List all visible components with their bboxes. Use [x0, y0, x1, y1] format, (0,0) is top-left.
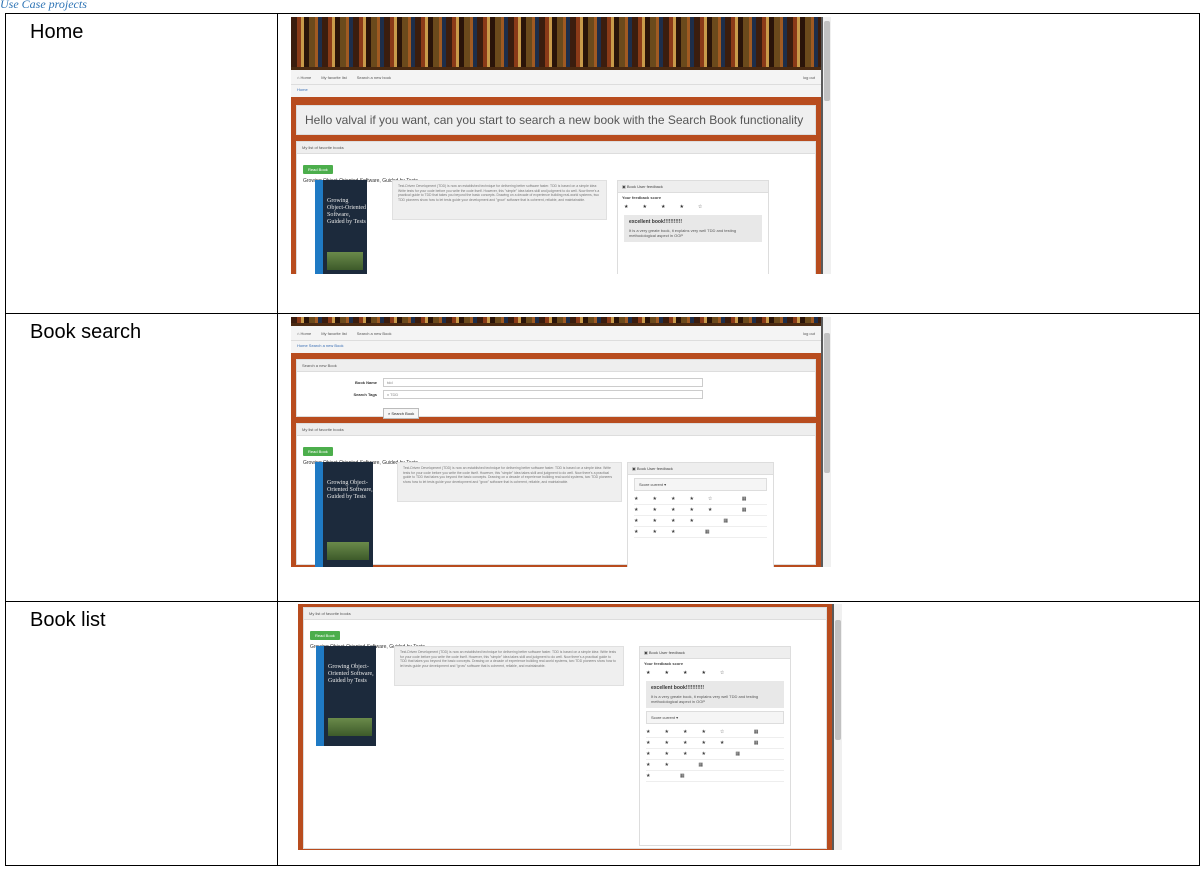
screenshot-cell: My list of favorite books Read Book Grow…	[277, 601, 1200, 866]
feedback-panel: ▣ Book User feedback Score current ▾ ★★★…	[627, 462, 774, 567]
feedback-title: ▣ Book User feedback	[628, 463, 773, 475]
nav-favorite-list[interactable]: My favorite list	[321, 331, 347, 336]
feedback-title: ▣ Book User feedback	[640, 647, 790, 659]
panel-title: My list of favorite books	[297, 142, 815, 154]
book-entry: Read Book Growing Object-Oriented Softwa…	[304, 620, 826, 846]
row-label-book-search: Book search	[30, 321, 142, 343]
search-panel-title: Search a new Book	[297, 360, 815, 372]
read-book-button[interactable]: Read Book	[303, 165, 333, 174]
hello-banner: Hello valval if you want, can you start …	[296, 105, 816, 135]
book-description: Test-Driven Development (TDD) is now an …	[397, 462, 622, 502]
read-book-button[interactable]: Read Book	[303, 447, 333, 456]
panel-title: My list of favorite books	[297, 424, 815, 436]
list-screenshot: My list of favorite books Read Book Grow…	[298, 604, 842, 850]
nav-favorite-list[interactable]: My favorite list	[321, 75, 347, 80]
book-cover-image: Growing Object-Oriented Software, Guided…	[315, 462, 373, 567]
star-row: ★★★ ▦	[634, 527, 767, 538]
star-row: ★★ ▦	[646, 760, 784, 771]
book-entry: Read Book Growing Object-Oriented Softwa…	[297, 436, 815, 567]
row-label-cell: Book search	[5, 313, 278, 602]
scrollbar[interactable]	[823, 317, 831, 567]
book-name-row: Book Name tdd	[297, 378, 815, 387]
cover-picture	[327, 542, 369, 560]
scrollbar[interactable]	[823, 17, 831, 274]
feedback-score-label: Your feedback score	[622, 195, 662, 200]
review-text: It is a very greate book, it explains ve…	[629, 228, 737, 238]
nav-logout[interactable]: log out	[803, 75, 815, 80]
star-rating[interactable]: ★★★★☆	[640, 668, 790, 678]
review-title: excellent book!!!!!!!!!!!	[651, 685, 705, 691]
review-text: It is a very greate book, it explains ve…	[651, 694, 759, 704]
feedback-panel: ▣ Book User feedback Your feedback score…	[639, 646, 791, 846]
use-case-table: Home ⌂ Home My favorite list Search a ne…	[5, 13, 1200, 866]
star-row: ★★★★★ ▦	[646, 738, 784, 749]
search-tags-row: Search Tags x TDD	[297, 390, 815, 399]
cover-title: Growing Object-Oriented Software, Guided…	[327, 480, 373, 500]
navbar: ⌂ Home My favorite list Search a new boo…	[291, 70, 821, 85]
nav-home[interactable]: ⌂ Home	[297, 75, 311, 80]
panel-title: My list of favorite books	[304, 608, 826, 620]
table-row-home: Home ⌂ Home My favorite list Search a ne…	[5, 13, 1200, 314]
nav-home[interactable]: ⌂ Home	[297, 331, 311, 336]
book-description: Test-Driven Development (TDD) is now an …	[392, 180, 607, 220]
row-label-cell: Book list	[5, 601, 278, 866]
score-current-dropdown[interactable]: Score current ▾	[634, 478, 767, 491]
nav-logout[interactable]: log out	[803, 331, 815, 336]
star-row: ★★★★ ▦	[634, 516, 767, 527]
cover-picture	[327, 252, 363, 270]
book-cover-image: Growing Object-Oriented Software, Guided…	[316, 646, 376, 746]
star-row: ★★★★ ▦	[646, 749, 784, 760]
star-row: ★★★★☆ ▦	[634, 494, 767, 505]
row-label-book-list: Book list	[30, 609, 106, 631]
star-row: ★★★★★ ▦	[634, 505, 767, 516]
favorites-panel: My list of favorite books Read Book Grow…	[296, 423, 816, 567]
search-tags-input[interactable]: x TDD	[383, 390, 703, 399]
nav-search[interactable]: Search a new Book	[357, 331, 392, 336]
star-row: ★ ▦	[646, 771, 784, 782]
search-tags-label: Search Tags	[353, 392, 378, 397]
table-row-book-list: Book list My list of favorite books Read…	[5, 601, 1200, 866]
screenshot-cell: ⌂ Home My favorite list Search a new Boo…	[277, 313, 1200, 602]
cover-picture	[328, 718, 372, 736]
row-label-home: Home	[30, 21, 84, 43]
favorites-panel: My list of favorite books Read Book Grow…	[303, 607, 827, 849]
review-card: excellent book!!!!!!!!!!! It is a very g…	[624, 215, 762, 242]
read-book-button[interactable]: Read Book	[310, 631, 340, 640]
book-name-label: Book Name	[354, 380, 377, 385]
feedback-panel: ▣ Book User feedback Your feedback score…	[617, 180, 769, 274]
navbar: ⌂ Home My favorite list Search a new Boo…	[291, 326, 821, 341]
bookshelf-banner	[291, 317, 821, 326]
star-row: ★★★★☆ ▦	[646, 727, 784, 738]
book-name-input[interactable]: tdd	[383, 378, 703, 387]
scrollbar[interactable]	[834, 604, 842, 850]
app-window: ⌂ Home My favorite list Search a new boo…	[291, 17, 821, 274]
book-entry: Read Book Growing Object-Oriented Softwa…	[297, 154, 815, 274]
book-cover-image: Growing Object-Oriented Software, Guided…	[315, 180, 367, 274]
breadcrumb[interactable]: Home Search a new Book	[291, 341, 821, 353]
score-current-dropdown[interactable]: Score current ▾	[646, 711, 784, 724]
home-screenshot: ⌂ Home My favorite list Search a new boo…	[291, 17, 831, 274]
app-window: ⌂ Home My favorite list Search a new Boo…	[291, 317, 821, 567]
breadcrumb[interactable]: Home	[291, 85, 821, 97]
feedback-title: ▣ Book User feedback	[618, 181, 768, 193]
review-title: excellent book!!!!!!!!!!!	[629, 219, 683, 225]
star-rating[interactable]: ★★★★☆	[618, 202, 768, 212]
feedback-score-label: Your feedback score	[644, 661, 684, 666]
book-description: Test-Driven Development (TDD) is now an …	[394, 646, 624, 686]
cover-title: Growing Object-Oriented Software, Guided…	[328, 664, 374, 684]
bookshelf-banner	[291, 17, 821, 70]
favorites-panel: My list of favorite books Read Book Grow…	[296, 141, 816, 274]
row-label-cell: Home	[5, 13, 278, 314]
nav-search[interactable]: Search a new book	[357, 75, 391, 80]
table-row-book-search: Book search ⌂ Home My favorite list Sear…	[5, 313, 1200, 602]
search-book-button[interactable]: ⌕ Search Book	[383, 408, 420, 419]
search-panel: Search a new Book Book Name tdd Search T…	[296, 359, 816, 419]
search-screenshot: ⌂ Home My favorite list Search a new Boo…	[291, 317, 831, 567]
cover-title: Growing Object-Oriented Software, Guided…	[327, 198, 366, 225]
app-window: My list of favorite books Read Book Grow…	[298, 604, 832, 850]
review-card: excellent book!!!!!!!!!!! It is a very g…	[646, 681, 784, 708]
screenshot-cell: ⌂ Home My favorite list Search a new boo…	[277, 13, 1200, 314]
